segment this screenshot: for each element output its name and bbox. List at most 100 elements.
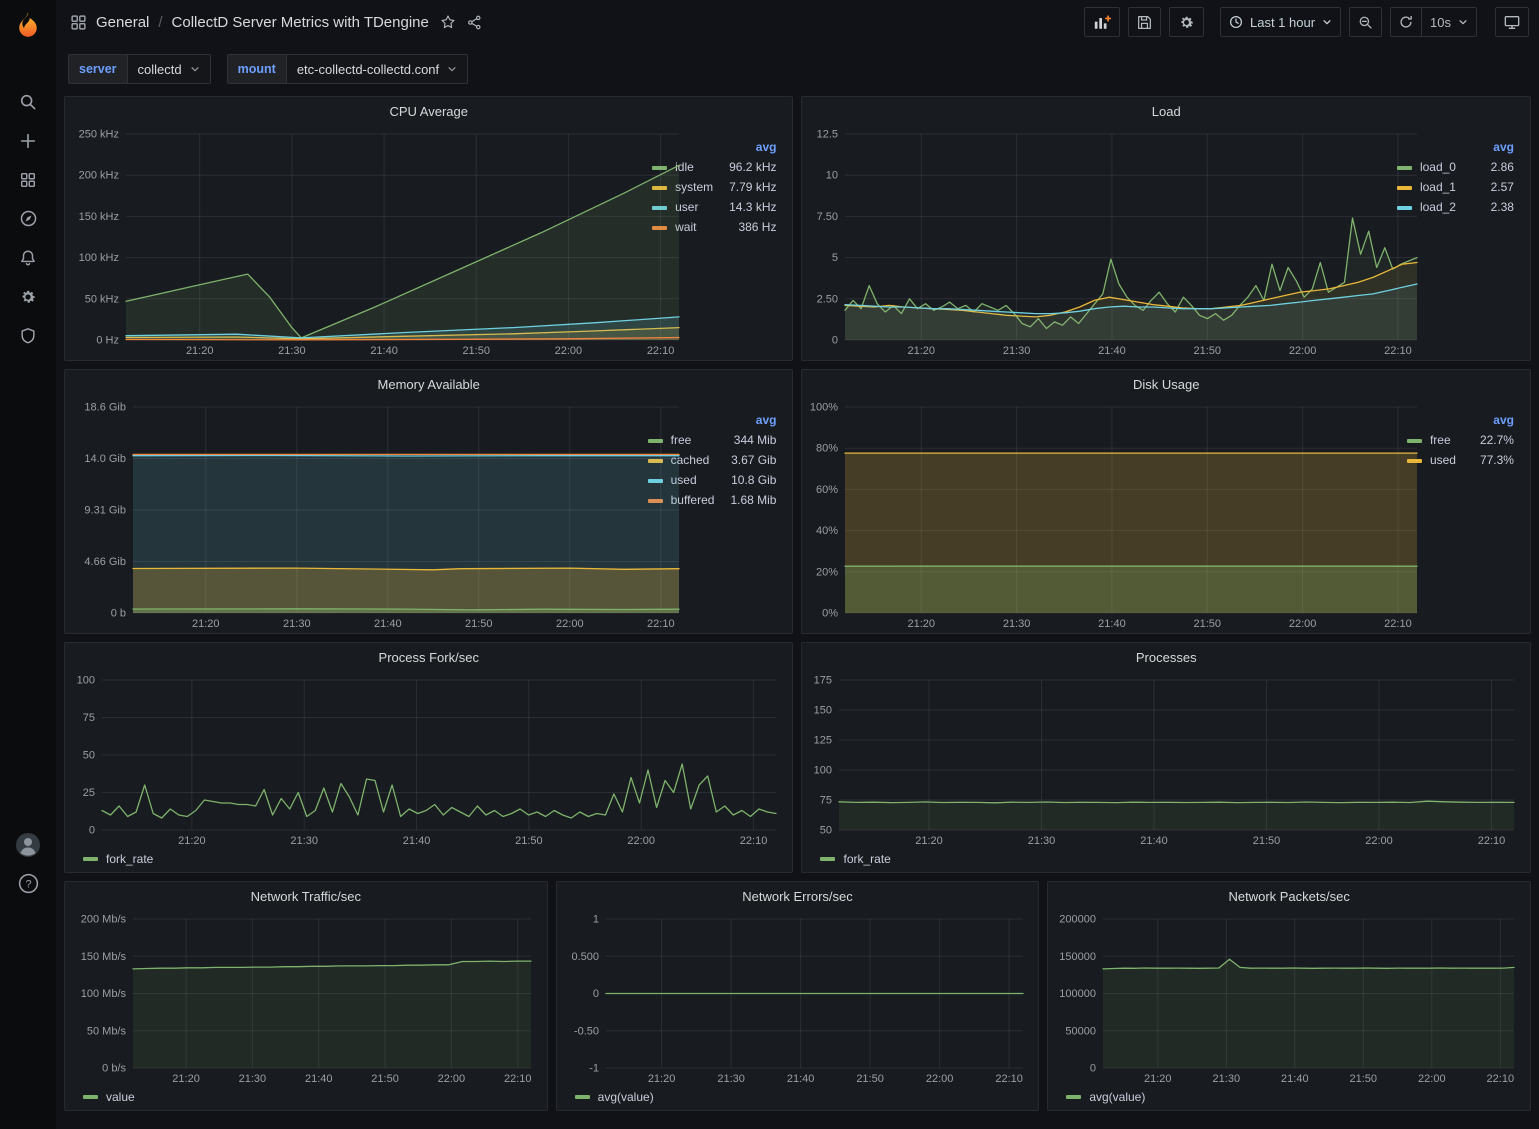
series-area-idle xyxy=(126,165,679,340)
dashboard-title[interactable]: CollectD Server Metrics with TDengine xyxy=(172,14,429,31)
legend-item[interactable]: avg(value) xyxy=(1066,1090,1145,1104)
x-tick-label: 21:30 xyxy=(1003,345,1031,357)
sidebar-nav xyxy=(6,82,50,355)
variable-label: mount xyxy=(227,54,286,84)
chart-network-errors-sec[interactable]: -1-0.5000.500121:2021:3021:4021:5022:002… xyxy=(559,910,1035,1086)
legend-item[interactable]: fork_rate xyxy=(83,852,153,866)
x-tick-label: 21:20 xyxy=(186,345,214,357)
x-tick-label: 22:10 xyxy=(647,618,675,630)
legend-avg-header[interactable]: avg xyxy=(1456,410,1514,430)
legend-item[interactable]: value xyxy=(83,1090,135,1104)
variable-value-dropdown[interactable]: collectd xyxy=(127,54,211,84)
dashboard-settings-button[interactable] xyxy=(1169,7,1204,37)
apps-icon[interactable] xyxy=(6,160,50,199)
legend-item[interactable]: avg(value) xyxy=(575,1090,654,1104)
x-tick-label: 22:00 xyxy=(438,1073,466,1085)
breadcrumb-folder[interactable]: General xyxy=(96,14,149,31)
y-tick-label: 150 Mb/s xyxy=(81,951,127,963)
chart-area-network-traffic-sec[interactable]: 0 b/s50 Mb/s100 Mb/s150 Mb/s200 Mb/s21:2… xyxy=(67,910,543,1086)
panel-title[interactable]: Load xyxy=(802,97,1530,125)
legend-item[interactable]: fork_rate xyxy=(820,852,890,866)
chart-area-cpu-average[interactable]: 0 Hz50 kHz100 kHz150 kHz200 kHz250 kHz21… xyxy=(67,125,648,358)
legend-series-value: 2.38 xyxy=(1456,197,1514,217)
refresh-picker: 10s xyxy=(1390,7,1477,37)
add-panel-button[interactable] xyxy=(1084,7,1120,37)
refresh-button[interactable] xyxy=(1390,7,1422,37)
legend-avg-header[interactable]: avg xyxy=(713,137,776,157)
svg-text:?: ? xyxy=(25,879,31,891)
x-tick-label: 22:10 xyxy=(740,835,768,847)
chart-memory-available[interactable]: 0 b4.66 Gib9.31 Gib14.0 Gib18.6 Gib21:20… xyxy=(67,398,691,631)
x-tick-label: 22:10 xyxy=(1487,1073,1515,1085)
x-tick-label: 21:30 xyxy=(290,835,318,847)
x-tick-label: 21:20 xyxy=(916,835,944,847)
y-tick-label: 0 xyxy=(89,825,95,837)
y-tick-label: 0 b/s xyxy=(102,1063,126,1075)
legend-series-value: 2.86 xyxy=(1456,157,1514,177)
chart-area-network-errors-sec[interactable]: -1-0.5000.500121:2021:3021:4021:5022:002… xyxy=(559,910,1035,1086)
chart-process-fork-sec[interactable]: 025507510021:2021:3021:4021:5022:0022:10 xyxy=(67,671,788,848)
star-icon[interactable] xyxy=(440,14,456,30)
x-tick-label: 21:20 xyxy=(178,835,206,847)
legend-swatch xyxy=(1066,1095,1081,1099)
chart-load[interactable]: 02.5057.501012.521:2021:3021:4021:5022:0… xyxy=(804,125,1429,358)
legend-series-value: 2.57 xyxy=(1456,177,1514,197)
chart-cpu-average[interactable]: 0 Hz50 kHz100 kHz150 kHz200 kHz250 kHz21… xyxy=(67,125,691,358)
panel-title[interactable]: Network Errors/sec xyxy=(557,882,1039,910)
x-tick-label: 21:40 xyxy=(787,1073,815,1085)
y-tick-label: 0% xyxy=(823,608,839,620)
chart-processes[interactable]: 507510012515017521:2021:3021:4021:5022:0… xyxy=(804,671,1526,848)
share-icon[interactable] xyxy=(467,15,482,30)
refresh-interval-label: 10s xyxy=(1430,15,1451,30)
panel-title[interactable]: Memory Available xyxy=(65,370,792,398)
series-area-avg-value xyxy=(1103,959,1514,1068)
breadcrumb-separator: / xyxy=(158,14,162,31)
y-tick-label: 125 xyxy=(814,735,832,747)
panel-title[interactable]: Process Fork/sec xyxy=(65,643,792,671)
bell-icon[interactable] xyxy=(6,238,50,277)
x-tick-label: 21:30 xyxy=(1003,618,1031,630)
y-tick-label: 50 xyxy=(820,825,832,837)
user-avatar[interactable] xyxy=(6,825,50,864)
refresh-interval-dropdown[interactable]: 10s xyxy=(1422,7,1477,37)
plus-icon[interactable] xyxy=(6,121,50,160)
chart-disk-usage[interactable]: 0%20%40%60%80%100%21:2021:3021:4021:5022… xyxy=(804,398,1429,631)
panel-title[interactable]: Processes xyxy=(802,643,1530,671)
legend-avg-header[interactable]: avg xyxy=(1456,137,1514,157)
chart-area-disk-usage[interactable]: 0%20%40%60%80%100%21:2021:3021:4021:5022… xyxy=(804,398,1402,631)
x-tick-label: 22:10 xyxy=(647,345,675,357)
time-range-picker[interactable]: Last 1 hour xyxy=(1220,7,1341,37)
panel-title[interactable]: Network Packets/sec xyxy=(1048,882,1530,910)
x-tick-label: 21:20 xyxy=(192,618,220,630)
search-icon[interactable] xyxy=(6,82,50,121)
chart-area-process-fork-sec[interactable]: 025507510021:2021:3021:4021:5022:0022:10 xyxy=(67,671,788,848)
chart-area-load[interactable]: 02.5057.501012.521:2021:3021:4021:5022:0… xyxy=(804,125,1392,358)
save-dashboard-button[interactable] xyxy=(1128,7,1161,37)
panel-title[interactable]: Network Traffic/sec xyxy=(65,882,547,910)
panel-legend: avg(value) xyxy=(559,1086,1035,1108)
shield-icon[interactable] xyxy=(6,316,50,355)
chart-area-processes[interactable]: 507510012515017521:2021:3021:4021:5022:0… xyxy=(804,671,1526,848)
compass-icon[interactable] xyxy=(6,199,50,238)
legend-avg-header[interactable]: avg xyxy=(714,410,776,430)
panel-title[interactable]: CPU Average xyxy=(65,97,792,125)
help-icon[interactable]: ? xyxy=(6,864,50,903)
gear-icon[interactable] xyxy=(6,277,50,316)
chart-area-network-packets-sec[interactable]: 05000010000015000020000021:2021:3021:402… xyxy=(1050,910,1526,1086)
variable-value-dropdown[interactable]: etc-collectd-collectd.conf xyxy=(286,54,468,84)
legend-series-name[interactable]: free xyxy=(1430,430,1456,450)
legend-series-value: 7.79 kHz xyxy=(713,177,776,197)
grafana-logo[interactable] xyxy=(8,8,48,42)
variable-server: servercollectd xyxy=(68,54,211,84)
tv-mode-button[interactable] xyxy=(1495,7,1529,37)
y-tick-label: 200000 xyxy=(1060,914,1097,926)
chart-network-packets-sec[interactable]: 05000010000015000020000021:2021:3021:402… xyxy=(1050,910,1526,1086)
panel-title[interactable]: Disk Usage xyxy=(802,370,1530,398)
x-tick-label: 21:30 xyxy=(278,345,306,357)
chart-network-traffic-sec[interactable]: 0 b/s50 Mb/s100 Mb/s150 Mb/s200 Mb/s21:2… xyxy=(67,910,543,1086)
zoom-out-button[interactable] xyxy=(1349,7,1382,37)
x-tick-label: 21:50 xyxy=(371,1073,399,1085)
x-tick-label: 22:00 xyxy=(1366,835,1394,847)
legend-series-name[interactable]: used xyxy=(1430,450,1456,470)
chart-area-memory-available[interactable]: 0 b4.66 Gib9.31 Gib14.0 Gib18.6 Gib21:20… xyxy=(67,398,644,631)
